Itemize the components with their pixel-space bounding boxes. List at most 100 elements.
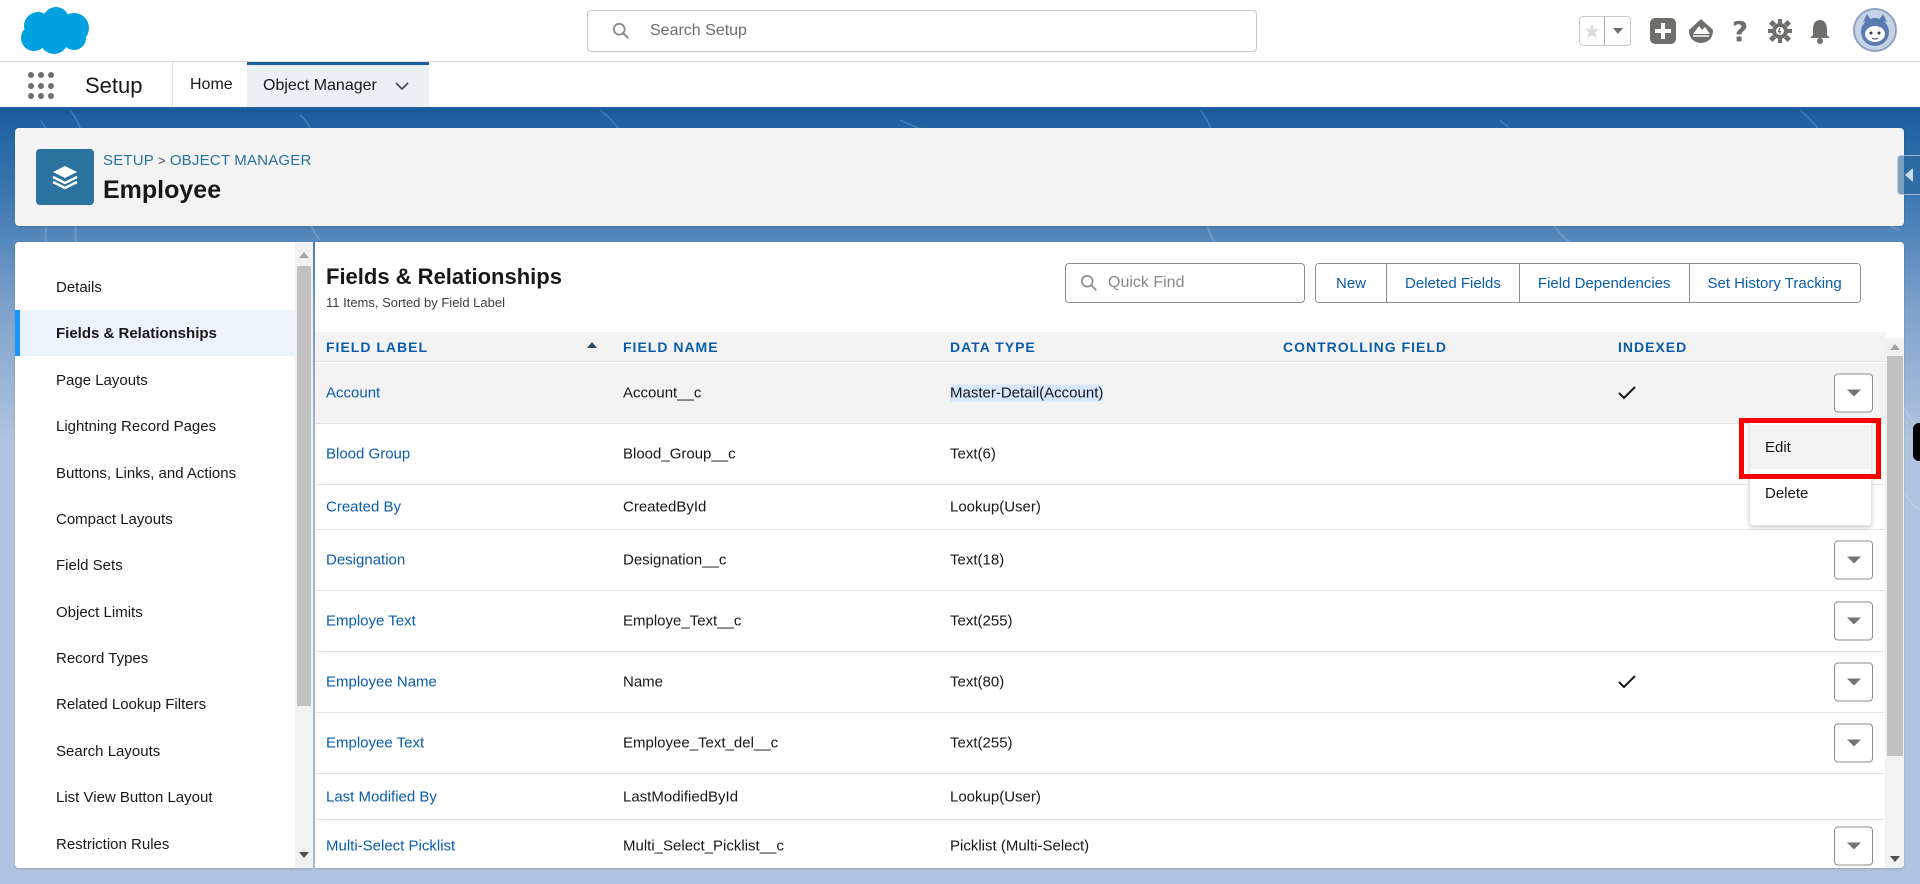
field-label-link[interactable]: Multi-Select Picklist [326,838,455,855]
field-label-link[interactable]: Designation [326,552,405,569]
scroll-up-arrow-icon[interactable] [1890,344,1900,350]
trailhead-icon[interactable] [1686,16,1716,46]
help-icon[interactable]: ? [1725,15,1755,48]
sidebar-item-label: Related Lookup Filters [56,695,207,713]
sidebar-item-fields-relationships[interactable]: Fields & Relationships [15,310,295,356]
data-type: Text(18) [950,551,1005,569]
data-type: Text(255) [950,734,1013,752]
sidebar-scrollbar[interactable] [295,242,313,868]
field-dependencies-button[interactable]: Field Dependencies [1518,264,1689,302]
chevron-down-icon [1846,556,1861,564]
field-label-link[interactable]: Employee Name [326,674,437,691]
sidebar-item-field-sets[interactable]: Field Sets [15,542,295,588]
data-type: Text(6) [950,445,996,463]
global-search-input[interactable]: Search Setup [587,10,1257,52]
data-type: Lookup(User) [950,498,1041,516]
chevron-left-icon [1905,168,1913,182]
row-actions-dropdown-button[interactable] [1834,601,1873,641]
sidebar-item-lightning-record-pages[interactable]: Lightning Record Pages [15,403,295,449]
sidebar-item-label: Buttons, Links, and Actions [56,464,237,482]
nav-tab-object-manager[interactable]: Object Manager [247,62,429,107]
field-label-link[interactable]: Created By [326,499,401,516]
menu-item-edit[interactable]: Edit [1750,425,1871,469]
deleted-fields-button[interactable]: Deleted Fields [1386,264,1519,302]
scroll-down-arrow-icon[interactable] [1890,856,1900,862]
notifications-bell-icon[interactable] [1805,16,1835,46]
chevron-down-icon [1846,842,1861,850]
field-name: Account__c [623,384,702,402]
add-icon[interactable] [1648,16,1678,46]
row-actions-dropdown-button[interactable] [1834,826,1873,866]
object-layers-icon [36,149,94,205]
object-header: SETUP > OBJECT MANAGER Employee [15,128,1904,226]
column-header-controlling-field[interactable]: CONTROLLING FIELD [1283,339,1447,355]
favorites-star-icon[interactable]: ★ [1580,17,1606,45]
sidebar-item-label: Page Layouts [56,371,148,389]
data-type: Picklist (Multi-Select) [950,837,1090,855]
sidebar-item-label: Search Layouts [56,742,161,760]
data-type: Text(255) [950,612,1013,630]
search-placeholder: Search Setup [650,22,747,39]
row-actions-dropdown-button[interactable] [1834,373,1873,413]
field-label-link[interactable]: Employee Text [326,735,424,752]
field-name: Blood_Group__c [623,445,736,463]
row-actions-menu: Edit Delete [1749,418,1872,526]
data-type: Text(80) [950,673,1005,691]
sidebar-item-compact-layouts[interactable]: Compact Layouts [15,496,295,542]
scroll-down-arrow-icon[interactable] [299,852,309,858]
column-header-data-type[interactable]: DATA TYPE [950,339,1036,355]
setup-gear-icon[interactable] [1765,16,1795,46]
column-header-field-label[interactable]: FIELD LABEL [326,339,428,355]
row-actions-dropdown-button[interactable] [1834,662,1873,702]
sidebar-item-search-layouts[interactable]: Search Layouts [15,728,295,774]
sidebar-item-label: Field Sets [56,556,123,574]
nav-tab-home[interactable]: Home [174,62,249,107]
sidebar-item-page-layouts[interactable]: Page Layouts [15,357,295,403]
field-label-link[interactable]: Employe Text [326,613,416,630]
scrollbar-thumb[interactable] [297,266,311,706]
app-nav-bar: Setup Home Object Manager [0,62,1920,110]
scroll-up-arrow-icon[interactable] [299,252,309,258]
column-header-indexed[interactable]: INDEXED [1618,339,1687,355]
sidebar-item-label: Fields & Relationships [56,324,217,342]
sidebar-item-related-lookup-filters[interactable]: Related Lookup Filters [15,681,295,727]
favorites-control: ★ [1579,16,1631,46]
fields-relationships-panel: Fields & Relationships 11 Items, Sorted … [315,242,1904,868]
sidebar-item-record-types[interactable]: Record Types [15,635,295,681]
sidebar-item-restriction-rules[interactable]: Restriction Rules [15,821,295,867]
sidebar-item-details[interactable]: Details [15,264,295,310]
field-label-link[interactable]: Blood Group [326,446,410,463]
quick-find-input[interactable]: Quick Find [1065,263,1305,303]
data-type: Lookup(User) [950,788,1041,805]
sort-ascending-icon[interactable] [587,342,597,348]
column-header-field-name[interactable]: FIELD NAME [623,339,719,355]
favorites-dropdown-icon[interactable] [1605,17,1630,45]
sidebar-item-buttons-links-actions[interactable]: Buttons, Links, and Actions [15,450,295,496]
new-button[interactable]: New [1316,264,1387,302]
row-actions-dropdown-button[interactable] [1834,540,1873,580]
breadcrumb-object-manager[interactable]: OBJECT MANAGER [170,152,312,169]
chevron-down-icon[interactable] [395,79,409,93]
row-actions-dropdown-button[interactable] [1834,723,1873,763]
table-scrollbar[interactable] [1885,338,1904,868]
sidebar-item-list-view-button-layout[interactable]: List View Button Layout [15,774,295,820]
scrollbar-thumb[interactable] [1887,356,1903,756]
sidebar-item-label: List View Button Layout [56,788,213,806]
chevron-down-icon [1846,617,1861,625]
field-name: Designation__c [623,551,727,569]
salesforce-cloud-logo[interactable] [18,6,92,56]
utility-edge-tab [1913,423,1920,461]
breadcrumb-setup[interactable]: SETUP [103,152,154,169]
sidebar-item-object-limits[interactable]: Object Limits [15,589,295,635]
field-label-link[interactable]: Last Modified By [326,788,437,805]
menu-item-delete[interactable]: Delete [1750,471,1871,515]
side-panel-toggle[interactable] [1897,155,1920,195]
table-row: Created By CreatedById Lookup(User) [315,485,1885,530]
nav-tab-home-label: Home [190,75,233,93]
app-launcher-icon[interactable] [28,72,56,100]
table-row: Employee Name Name Text(80) [315,652,1885,713]
section-title: Fields & Relationships [326,264,562,289]
user-avatar[interactable] [1853,8,1897,52]
field-label-link[interactable]: Account [326,385,380,402]
set-history-tracking-button[interactable]: Set History Tracking [1688,264,1860,302]
